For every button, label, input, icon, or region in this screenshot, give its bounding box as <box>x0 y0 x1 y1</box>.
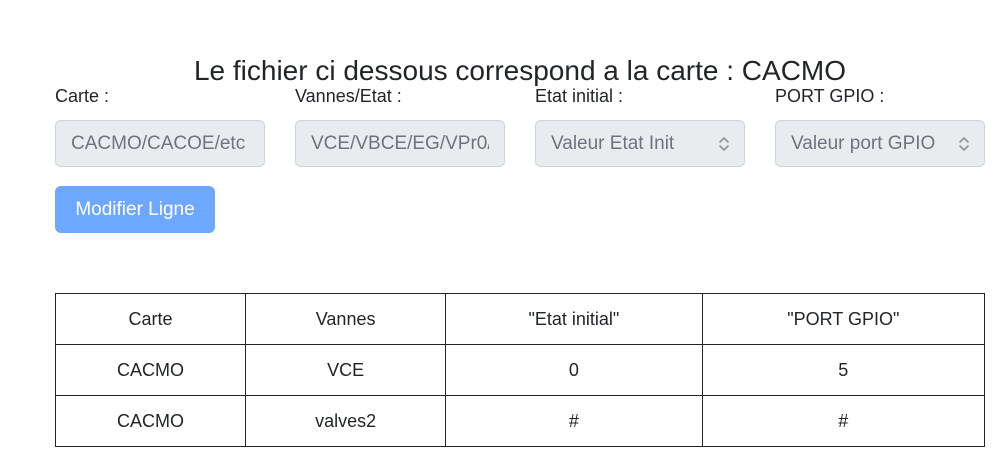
etat-initial-selected-value: Valeur Etat Init <box>551 132 675 154</box>
cell-port-gpio: 5 <box>701 344 986 396</box>
vannes-field-group: Vannes/Etat : VCE/VBCE/EG/VPr0/ <box>295 84 505 167</box>
etat-initial-field-group: Etat initial : Valeur Etat Init <box>535 84 745 167</box>
column-header-vannes: Vannes <box>245 293 447 345</box>
modify-line-button[interactable]: Modifier Ligne <box>55 186 215 233</box>
vannes-input[interactable]: VCE/VBCE/EG/VPr0/ <box>295 120 505 167</box>
carte-input[interactable]: CACMO/CACOE/etc <box>55 120 265 167</box>
etat-initial-label: Etat initial : <box>535 86 624 106</box>
column-header-port-gpio: "PORT GPIO" <box>701 293 986 345</box>
data-table-container: Carte Vannes "Etat initial" "PORT GPIO" … <box>55 293 986 453</box>
carte-input-placeholder: CACMO/CACOE/etc <box>71 132 246 154</box>
cell-vannes: VCE <box>245 344 447 396</box>
cell-carte: CACMO <box>55 395 247 447</box>
cell-etat-initial: 0 <box>445 344 703 396</box>
select-arrows-icon <box>959 136 969 151</box>
port-gpio-selected-value: Valeur port GPIO <box>791 132 936 154</box>
port-gpio-select[interactable]: Valeur port GPIO <box>775 120 985 167</box>
data-table: Carte Vannes "Etat initial" "PORT GPIO" … <box>55 293 986 447</box>
table-row: CACMO valves2 # # <box>55 395 986 447</box>
column-header-carte: Carte <box>55 293 247 345</box>
port-gpio-field-group: PORT GPIO : Valeur port GPIO <box>775 84 985 167</box>
table-header-row: Carte Vannes "Etat initial" "PORT GPIO" <box>55 293 986 345</box>
table-row: CACMO VCE 0 5 <box>55 344 986 396</box>
select-arrows-icon <box>719 136 729 151</box>
cell-vannes: valves2 <box>245 395 447 447</box>
etat-initial-select[interactable]: Valeur Etat Init <box>535 120 745 167</box>
cell-carte: CACMO <box>55 344 247 396</box>
vannes-label: Vannes/Etat : <box>295 86 402 106</box>
cell-port-gpio: # <box>701 395 986 447</box>
carte-label: Carte : <box>55 86 110 106</box>
port-gpio-label: PORT GPIO : <box>775 86 885 106</box>
column-header-etat-initial: "Etat initial" <box>445 293 703 345</box>
carte-field-group: Carte : CACMO/CACOE/etc <box>55 84 265 167</box>
vannes-input-placeholder: VCE/VBCE/EG/VPr0/ <box>311 132 489 154</box>
cell-etat-initial: # <box>445 395 703 447</box>
